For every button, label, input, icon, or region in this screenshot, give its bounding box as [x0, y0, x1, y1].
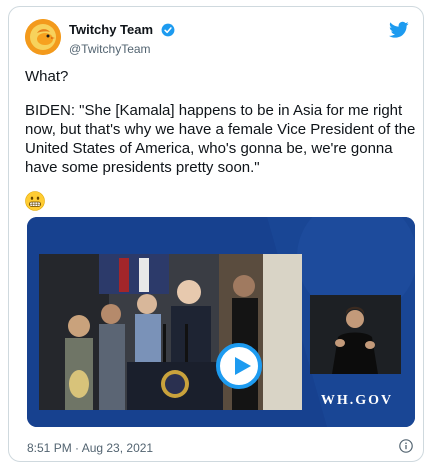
wh-gov-watermark: WH.GOV — [320, 393, 394, 408]
interpreter-scene — [310, 295, 401, 374]
tweet-header: Twitchy Team @TwitchyTeam — [25, 19, 409, 57]
info-icon[interactable] — [399, 439, 413, 453]
verified-badge-icon — [161, 23, 175, 37]
interpreter-frame — [310, 295, 401, 374]
tweet-paragraph: BIDEN: "She [Kamala] happens to be in As… — [25, 102, 416, 176]
avatar[interactable] — [25, 19, 61, 55]
avatar-bird-icon — [25, 19, 61, 55]
twitter-bird-icon[interactable] — [389, 21, 409, 39]
tweet-text: What? BIDEN: "She [Kamala] happens to be… — [25, 67, 417, 192]
grimacing-face-icon — [25, 191, 45, 211]
video-player[interactable]: WH.GOV — [27, 217, 415, 427]
timestamp[interactable]: 8:51 PM · Aug 23, 2021 — [27, 441, 153, 455]
handle[interactable]: @TwitchyTeam — [69, 42, 175, 56]
display-name[interactable]: Twitchy Team — [69, 22, 153, 37]
play-icon[interactable] — [216, 343, 262, 389]
video-frame — [39, 254, 302, 410]
video-scene — [39, 254, 302, 410]
tweet-footer: 8:51 PM · Aug 23, 2021 — [25, 439, 413, 457]
tweet-card[interactable]: Twitchy Team @TwitchyTeam What? BIDEN: "… — [8, 6, 424, 462]
tweet-paragraph: What? — [25, 68, 69, 85]
